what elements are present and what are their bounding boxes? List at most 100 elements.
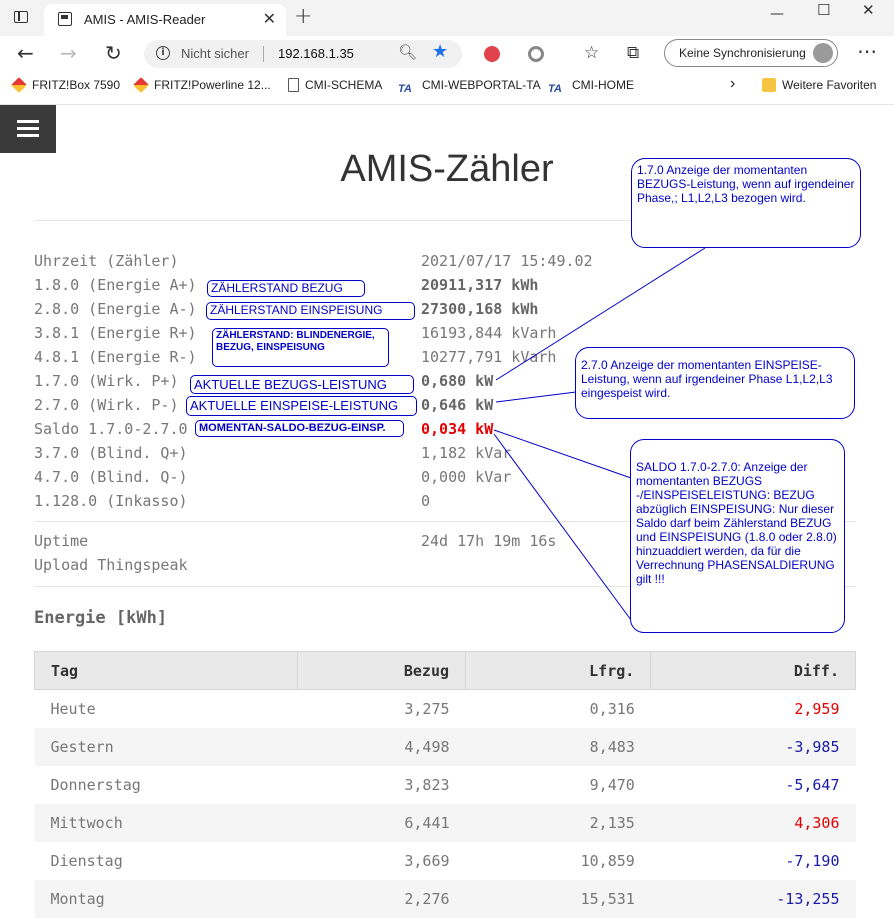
cell-tag: Montag xyxy=(35,880,298,918)
table-row: Donnerstag3,8239,470-5,647 xyxy=(35,766,856,804)
reading-label-370: 3.7.0 (Blind. Q+) xyxy=(34,444,188,462)
bookmark-cmi-webportal[interactable]: TA CMI-WEBPORTAL-TA xyxy=(398,78,541,97)
reading-label-270: 2.7.0 (Wirk. P-) xyxy=(34,396,179,414)
bookmark-label: CMI-WEBPORTAL-TA xyxy=(422,78,541,92)
bookmark-cmi-schema[interactable]: CMI-SCHEMA xyxy=(288,78,382,92)
cell-diff: 2,959 xyxy=(651,690,856,729)
col-header-lfrg: Lfrg. xyxy=(466,652,651,690)
maximize-icon[interactable]: ☐ xyxy=(817,1,830,19)
close-tab-icon[interactable]: ✕ xyxy=(263,9,276,28)
upload-thingspeak-label: Upload Thingspeak xyxy=(34,556,188,574)
reading-value-saldo: 0,034 kW xyxy=(421,420,493,438)
info-icon[interactable]: i xyxy=(156,46,170,60)
reading-label-170: 1.7.0 (Wirk. P+) xyxy=(34,372,179,390)
security-label[interactable]: Nicht sicher xyxy=(181,46,249,61)
annotation-momentan-saldo: MOMENTAN-SALDO-BEZUG-EINSP. xyxy=(195,420,404,437)
ta-logo-icon: TA xyxy=(398,83,416,97)
extension-gray-icon[interactable] xyxy=(528,46,544,62)
cell-lfrg: 2,135 xyxy=(466,804,651,842)
cell-lfrg: 15,531 xyxy=(466,880,651,918)
cell-bezug: 6,441 xyxy=(298,804,466,842)
reading-value-time: 2021/07/17 15:49.02 xyxy=(421,252,593,270)
url-text[interactable]: 192.168.1.35 xyxy=(278,46,354,61)
callout-saldo-note: SALDO 1.7.0-2.7.0: Anzeige der momentant… xyxy=(630,439,845,633)
col-header-bezug: Bezug xyxy=(298,652,466,690)
reading-value-270: 0,646 kW xyxy=(421,396,493,414)
callout-170-note: 1.7.0 Anzeige der momentanten BEZUGS-Lei… xyxy=(631,158,861,248)
reading-label-time: Uhrzeit (Zähler) xyxy=(34,252,179,270)
new-tab-icon[interactable]: + xyxy=(294,4,312,29)
address-separator xyxy=(263,46,264,62)
annotation-aktuelle-einspeiseleistung: AKTUELLE EINSPEISE-LEISTUNG xyxy=(186,396,417,416)
hamburger-line xyxy=(17,134,39,137)
forward-icon[interactable]: → xyxy=(60,41,77,65)
cell-tag: Heute xyxy=(35,690,298,729)
hamburger-line xyxy=(17,127,39,130)
favorites-icon[interactable]: ☆ xyxy=(584,41,599,65)
favorite-star-icon[interactable]: ★ xyxy=(432,41,448,62)
cell-bezug: 2,276 xyxy=(298,880,466,918)
bookmark-fritzbox[interactable]: FRITZ!Box 7590 xyxy=(12,78,120,92)
callout-line-saldo-2 xyxy=(494,434,631,620)
reading-value-381: 16193,844 kVarh xyxy=(421,324,556,342)
fritz-icon xyxy=(133,77,149,93)
reading-value-280: 27300,168 kWh xyxy=(421,300,538,318)
reading-label-180: 1.8.0 (Energie A+) xyxy=(34,276,197,294)
window-close-icon[interactable]: ✕ xyxy=(862,1,875,19)
cell-bezug: 4,498 xyxy=(298,728,466,766)
reading-label-470: 4.7.0 (Blind. Q-) xyxy=(34,468,188,486)
col-header-diff: Diff. xyxy=(651,652,856,690)
table-row: Dienstag3,66910,859-7,190 xyxy=(35,842,856,880)
cell-diff: -13,255 xyxy=(651,880,856,918)
bookmarks-overflow-chevron-icon[interactable]: › xyxy=(730,75,735,93)
zoom-icon[interactable]: 🔍︎ xyxy=(398,43,417,61)
more-menu-icon[interactable]: ⋯ xyxy=(857,39,877,63)
bookmark-label: CMI-HOME xyxy=(572,78,634,92)
cell-lfrg: 0,316 xyxy=(466,690,651,729)
cell-tag: Gestern xyxy=(35,728,298,766)
sync-button[interactable]: Keine Synchronisierung xyxy=(664,39,838,67)
hamburger-menu-button[interactable] xyxy=(0,105,56,153)
energy-section-title: Energie [kWh] xyxy=(34,608,167,628)
energy-table-body: Heute3,2750,3162,959Gestern4,4988,483-3,… xyxy=(35,690,856,918)
cell-tag: Mittwoch xyxy=(35,804,298,842)
table-header-row: Tag Bezug Lfrg. Diff. xyxy=(35,652,856,690)
bookmarks-bar: FRITZ!Box 7590 FRITZ!Powerline 12... CMI… xyxy=(0,72,894,105)
cell-lfrg: 8,483 xyxy=(466,728,651,766)
cell-bezug: 3,823 xyxy=(298,766,466,804)
bookmark-label: FRITZ!Powerline 12... xyxy=(154,78,271,92)
reading-value-1128: 0 xyxy=(421,492,430,510)
browser-tab-bar: AMIS - AMIS-Reader ✕ + — ☐ ✕ xyxy=(0,0,894,36)
collections-icon[interactable]: ⧉ xyxy=(627,41,639,65)
active-tab[interactable]: AMIS - AMIS-Reader ✕ xyxy=(44,4,286,36)
fritz-icon xyxy=(11,77,27,93)
bookmark-more-favorites[interactable]: Weitere Favoriten xyxy=(762,78,876,92)
annotation-blindenergie: ZÄHLERSTAND: BLINDENERGIE, BEZUG, EINSPE… xyxy=(212,328,389,367)
reading-label-381: 3.8.1 (Energie R+) xyxy=(34,324,197,342)
profile-avatar-icon xyxy=(813,43,833,63)
cell-lfrg: 10,859 xyxy=(466,842,651,880)
reading-label-saldo: Saldo 1.7.0-2.7.0 xyxy=(34,420,188,438)
tab-title: AMIS - AMIS-Reader xyxy=(84,12,205,27)
reading-label-1128: 1.128.0 (Inkasso) xyxy=(34,492,188,510)
reload-icon[interactable]: ↻ xyxy=(105,41,122,65)
uptime-value: 24d 17h 19m 16s xyxy=(421,532,556,550)
table-row: Gestern4,4988,483-3,985 xyxy=(35,728,856,766)
callout-270-note: 2.7.0 Anzeige der momentanten EINSPEISE-… xyxy=(575,347,855,419)
bookmark-fritzpowerline[interactable]: FRITZ!Powerline 12... xyxy=(134,78,271,92)
address-bar[interactable]: i Nicht sicher 192.168.1.35 🔍︎ ★ xyxy=(144,40,462,68)
tab-actions-icon[interactable] xyxy=(14,11,28,23)
cell-tag: Donnerstag xyxy=(35,766,298,804)
bookmark-label: Weitere Favoriten xyxy=(782,78,876,92)
callout-line-saldo-1 xyxy=(494,430,631,478)
folder-icon xyxy=(762,78,776,92)
callout-line-270 xyxy=(496,392,576,402)
uptime-label: Uptime xyxy=(34,532,88,550)
cell-diff: -5,647 xyxy=(651,766,856,804)
back-icon[interactable]: ← xyxy=(17,41,34,65)
bookmark-label: FRITZ!Box 7590 xyxy=(32,78,120,92)
annotation-zaehlerstand-einspeisung: ZÄHLERSTAND EINSPEISUNG xyxy=(206,302,415,320)
minimize-icon[interactable]: — xyxy=(770,6,784,22)
extension-red-icon[interactable] xyxy=(484,46,500,62)
bookmark-cmi-home[interactable]: TACMI-HOME xyxy=(548,78,634,97)
